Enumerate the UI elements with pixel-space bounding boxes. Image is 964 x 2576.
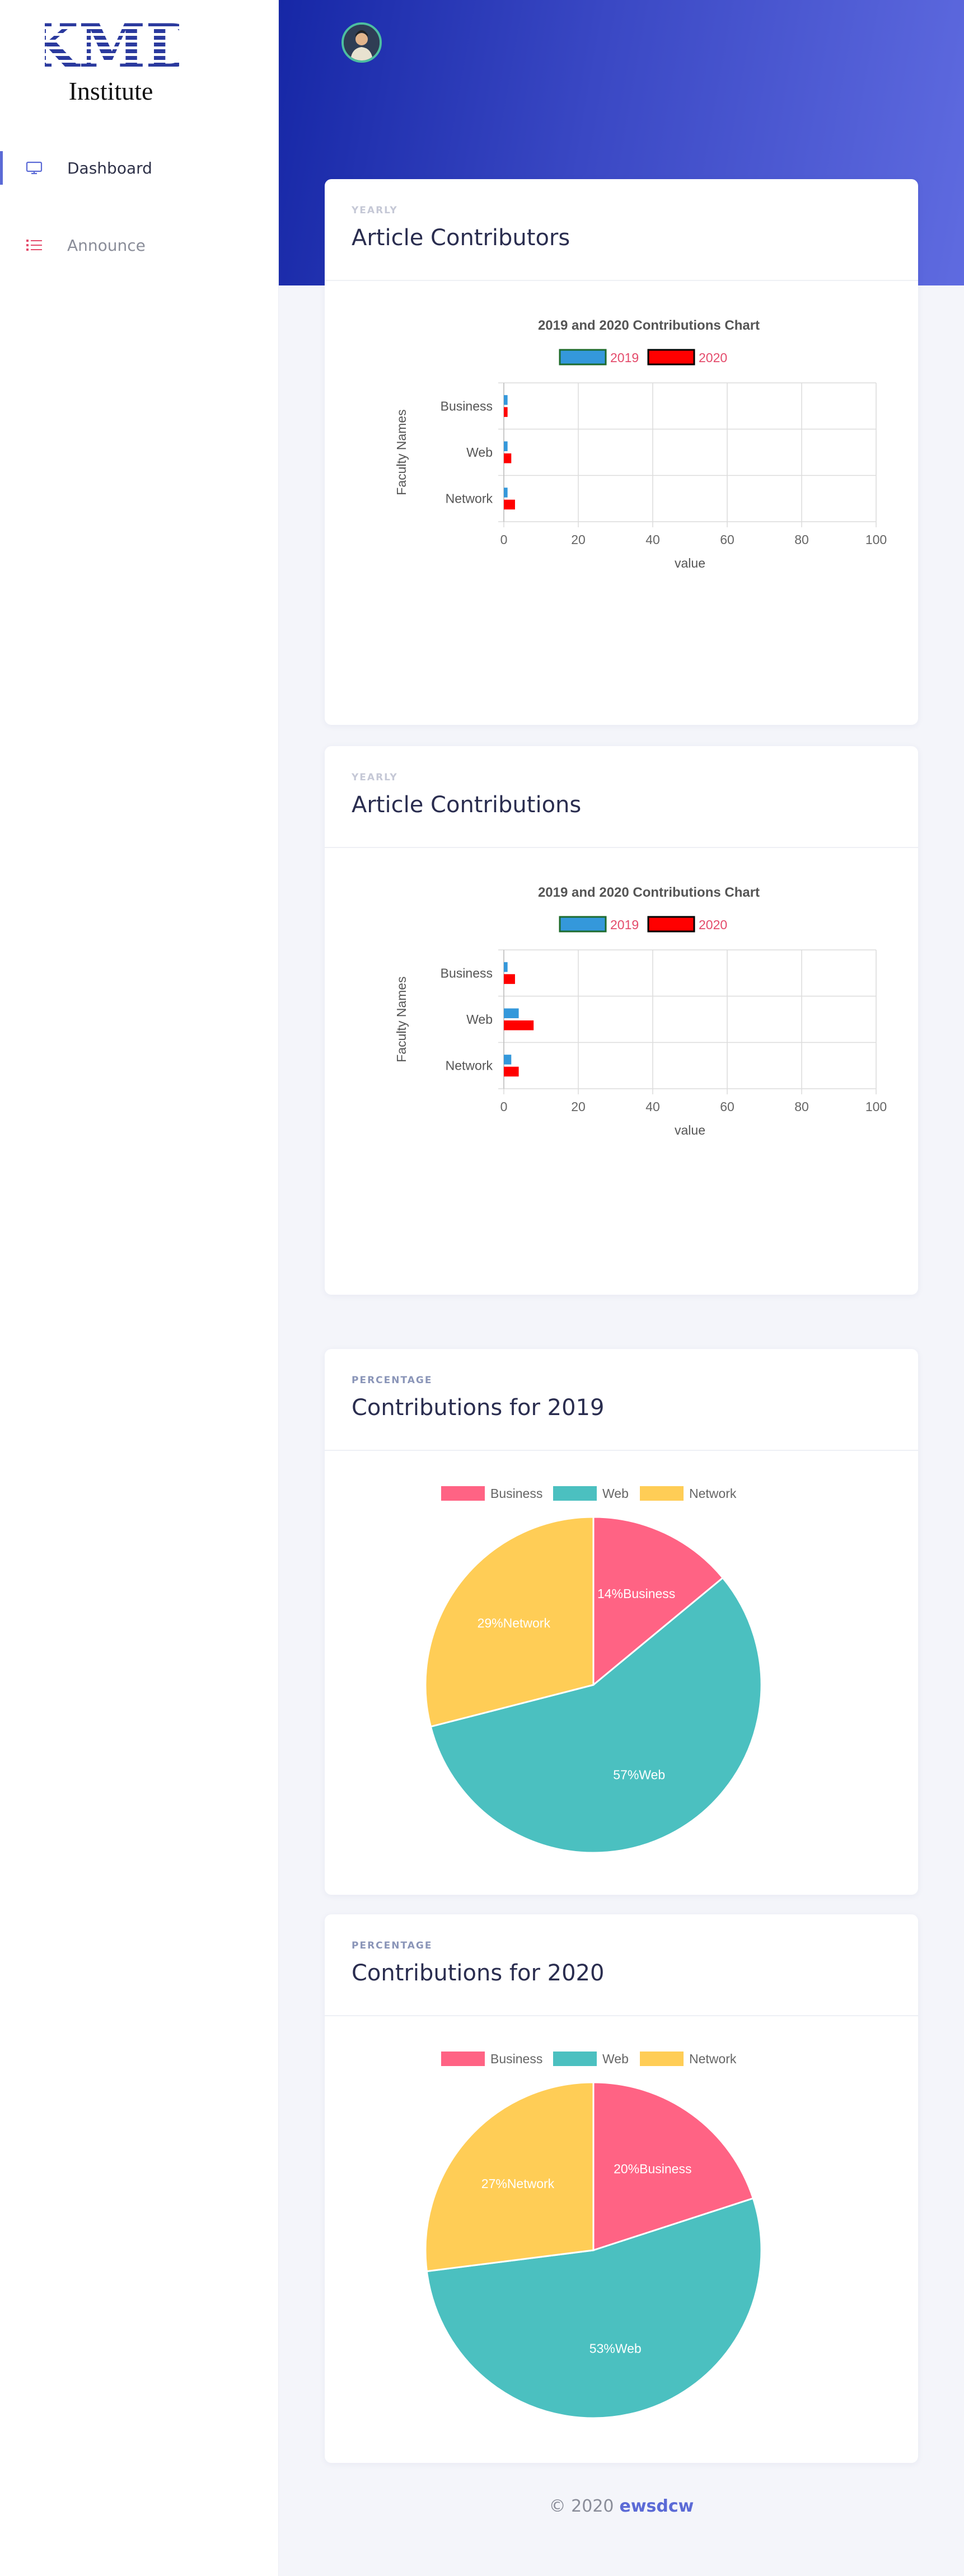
active-indicator: [0, 151, 3, 185]
x-tick-label: 20: [571, 532, 586, 547]
category-label: Network: [446, 491, 493, 506]
pie-label-web: 53%Web: [589, 2341, 642, 2356]
bar-2020-network: [504, 499, 515, 510]
contributions-2019-card: PERCENTAGE Contributions for 2019 Busine…: [325, 1349, 918, 1895]
avatar-icon: [344, 25, 380, 60]
legend-swatch-business: [441, 1486, 485, 1501]
sidebar-item-label: Dashboard: [67, 158, 152, 177]
contributors-bar-chart: 2019 and 2020 Contributions Chart2019 202…: [394, 318, 887, 570]
legend-label-2019: 2019: [610, 350, 639, 365]
bar-2019-network: [504, 488, 508, 498]
bar-2019-web: [504, 1008, 519, 1018]
category-label: Business: [441, 966, 493, 980]
card-title: Contributions for 2020: [352, 1960, 605, 1986]
category-label: Web: [466, 445, 493, 460]
legend-swatch-network: [640, 1486, 684, 1501]
card-title: Article Contributors: [352, 225, 570, 251]
legend-swatch-network: [640, 2052, 684, 2066]
card-pretitle: YEARLY: [352, 205, 398, 216]
article-contributors-card: YEARLY Article Contributors 2019 and 202…: [325, 179, 918, 725]
legend-swatch-web: [553, 1486, 597, 1501]
x-axis-label: value: [675, 556, 705, 570]
logo-text: KMD: [45, 16, 179, 82]
pie-label-network: 29%Network: [478, 1616, 551, 1631]
bar-2020-web: [504, 453, 512, 463]
contributions-bar-chart: 2019 and 2020 Contributions Chart2019 202…: [394, 885, 887, 1137]
footer: © 2020 ewsdcw: [279, 2497, 964, 2516]
x-tick-label: 0: [500, 1099, 508, 1114]
category-label: Network: [446, 1058, 493, 1073]
kmd-logo[interactable]: KMD Institute: [26, 11, 198, 111]
article-contributions-card: YEARLY Article Contributions 2019 and 20…: [325, 746, 918, 1295]
legend-label-2020: 2020: [699, 917, 727, 932]
pie-label-web: 57%Web: [613, 1767, 665, 1782]
x-tick-label: 40: [645, 1099, 660, 1114]
monitor-icon: [26, 161, 43, 175]
chart-title: 2019 and 2020 Contributions Chart: [538, 318, 760, 333]
user-avatar[interactable]: [341, 22, 382, 63]
x-tick-label: 100: [865, 532, 887, 547]
sidebar-item-label: Announce: [67, 236, 146, 255]
pie-label-business: 14%Business: [597, 1586, 675, 1601]
footer-copyright: © 2020: [549, 2497, 614, 2516]
x-tick-label: 40: [645, 532, 660, 547]
bar-2019-business: [504, 962, 508, 972]
x-tick-label: 20: [571, 1099, 586, 1114]
legend-label-business: Business: [490, 2052, 542, 2066]
list-icon: [26, 238, 43, 252]
y-axis-label: Faculty Names: [394, 976, 409, 1062]
footer-brand-link[interactable]: ewsdcw: [620, 2497, 694, 2516]
legend-label-web: Web: [602, 1486, 629, 1501]
card-title: Contributions for 2019: [352, 1395, 605, 1421]
legend-swatch-2020: [647, 349, 695, 366]
x-tick-label: 100: [865, 1099, 887, 1114]
bar-2020-business: [504, 974, 515, 984]
bar-2020-business: [504, 407, 508, 417]
bar-2019-network: [504, 1055, 512, 1065]
card-pretitle: PERCENTAGE: [352, 1940, 433, 1951]
category-label: Business: [441, 399, 493, 413]
contributions-2019-pie-chart: Business Web Network 14%Business 57%Web 29%Ne…: [424, 1486, 762, 1854]
legend-label-network: Network: [689, 1486, 737, 1501]
x-tick-label: 60: [720, 1099, 734, 1114]
logo-subtext: Institute: [69, 77, 153, 105]
x-axis-label: value: [675, 1123, 705, 1137]
legend-label-2020: 2020: [699, 350, 727, 365]
x-tick-label: 0: [500, 532, 508, 547]
y-axis-label: Faculty Names: [394, 409, 409, 495]
bar-2019-business: [504, 395, 508, 405]
x-tick-label: 80: [794, 1099, 809, 1114]
sidebar-item-announce[interactable]: Announce: [0, 223, 279, 268]
card-pretitle: YEARLY: [352, 772, 398, 783]
card-pretitle: PERCENTAGE: [352, 1375, 433, 1386]
card-title: Article Contributions: [352, 792, 582, 818]
sidebar: KMD Institute Dashboard Announce: [0, 0, 279, 2576]
x-tick-label: 60: [720, 532, 734, 547]
legend-swatch-web: [553, 2052, 597, 2066]
legend-label-2019: 2019: [610, 917, 639, 932]
legend-label-network: Network: [689, 2052, 737, 2066]
category-label: Web: [466, 1012, 493, 1027]
pie-label-network: 27%Network: [481, 2176, 555, 2191]
contributions-2020-card: PERCENTAGE Contributions for 2020 Busine…: [325, 1914, 918, 2463]
legend-swatch-business: [441, 2052, 485, 2066]
legend-swatch-2019: [559, 349, 607, 366]
bar-2020-network: [504, 1066, 519, 1077]
sidebar-item-dashboard[interactable]: Dashboard: [0, 146, 279, 190]
chart-title: 2019 and 2020 Contributions Chart: [538, 885, 760, 900]
legend-swatch-2019: [559, 916, 607, 933]
x-tick-label: 80: [794, 532, 809, 547]
pie-label-business: 20%Business: [614, 2161, 691, 2176]
legend-swatch-2020: [647, 916, 695, 933]
contributions-2020-pie-chart: Business Web Network 20%Business 53%Web 27%Ne…: [424, 2052, 762, 2419]
bar-2020-web: [504, 1020, 534, 1031]
legend-label-web: Web: [602, 2052, 629, 2066]
legend-label-business: Business: [490, 1486, 542, 1501]
bar-2019-web: [504, 441, 508, 451]
